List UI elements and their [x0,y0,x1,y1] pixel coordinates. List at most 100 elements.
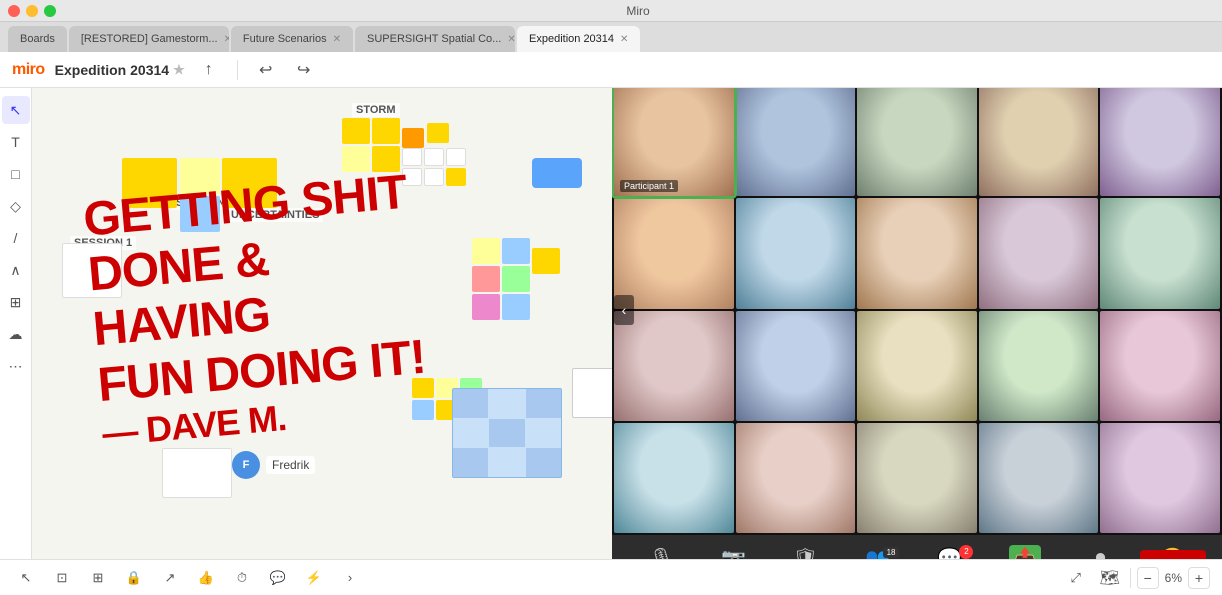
video-cell-3[interactable] [857,86,977,196]
participant-avatar: F [232,451,260,479]
sticky-note[interactable] [502,266,530,292]
video-cell-12[interactable] [736,311,856,421]
cursor-tool-bottom[interactable]: ↖ [12,564,40,592]
timer-tool[interactable]: ⏱ [228,564,256,592]
minimize-button[interactable] [26,5,38,17]
video-cell-14[interactable] [979,311,1099,421]
shape-tool[interactable]: ◇ [2,192,30,220]
sticky-note[interactable] [532,248,560,274]
video-cell-19[interactable] [979,423,1099,533]
board-title-area: Expedition 20314 ★ [55,62,185,78]
handwriting-quote: GETTING SHIT DONE & HAVING FUN DOING IT!… [81,164,433,454]
tab-close-icon[interactable]: ✕ [620,34,628,45]
video-cell-2[interactable] [736,86,856,196]
lock-tool[interactable]: 🔒 [120,564,148,592]
like-tool[interactable]: 👍 [192,564,220,592]
text-tool[interactable]: T [2,128,30,156]
sticky-note[interactable] [502,294,530,320]
sticky-note[interactable] [446,168,466,186]
canvas-shape[interactable] [532,158,582,188]
sticky-note[interactable] [427,123,449,143]
left-tool-panel: ↖ T □ ◇ / ∧ ⊞ ☁ ⋯ [0,88,32,559]
tab-label: Boards [20,33,55,45]
zoom-panel: ✓ Turn off Original Sound ▾ 🔊 You are sh… [612,52,1222,595]
favorite-icon[interactable]: ★ [173,62,185,78]
canvas-card[interactable] [572,368,612,418]
sticky-note[interactable] [372,118,400,144]
prev-page-button[interactable]: ‹ [614,295,634,325]
tab-bar: Boards [RESTORED] Gamestorm... ✕ Future … [0,22,1222,52]
video-grid: ‹ 1/2 Participant 1 [612,84,1222,535]
tab-supersight[interactable]: SUPERSIGHT Spatial Co... ✕ [355,26,515,52]
video-cell-18[interactable] [857,423,977,533]
close-button[interactable] [8,5,20,17]
video-cell-20[interactable] [1100,423,1220,533]
video-cell-16[interactable] [614,423,734,533]
video-cell-1[interactable]: Participant 1 [614,86,734,196]
zoom-out-button[interactable]: − [1137,567,1159,589]
sticky-note-tool[interactable]: □ [2,160,30,188]
maximize-button[interactable] [44,5,56,17]
undo-button[interactable]: ↩ [252,56,280,84]
video-cell-4[interactable] [979,86,1099,196]
video-cell-11[interactable] [614,311,734,421]
tab-close-icon[interactable]: ✕ [224,34,229,45]
lightning-tool[interactable]: ⚡ [300,564,328,592]
video-cell-5[interactable] [1100,86,1220,196]
video-cell-9[interactable] [979,198,1099,308]
participant-name-tag: Participant 1 [620,180,678,192]
window-title: Miro [62,4,1214,18]
comment-tool[interactable]: ☁ [2,320,30,348]
tab-close-icon[interactable]: ✕ [333,34,341,45]
tab-expedition[interactable]: Expedition 20314 ✕ [517,26,640,52]
sticky-note[interactable] [402,128,424,148]
video-cell-6[interactable] [614,198,734,308]
sticky-note[interactable] [472,294,500,320]
video-cell-15[interactable] [1100,311,1220,421]
video-cell-7[interactable] [736,198,856,308]
frame-tool[interactable]: ⊡ [48,564,76,592]
video-cell-13[interactable] [857,311,977,421]
grid-tool[interactable]: ⊞ [84,564,112,592]
upload-button[interactable]: ↑ [195,56,223,84]
fullscreen-icon[interactable]: ⤢ [1062,564,1090,592]
minimap-icon[interactable]: 🗺 [1096,564,1124,592]
canvas-content: GETTING SHIT DONE & HAVING FUN DOING IT!… [32,88,612,559]
expand-icon[interactable]: › [336,564,364,592]
toolbar-separator [237,60,238,80]
pen-tool[interactable]: / [2,224,30,252]
sticky-note[interactable] [424,148,444,166]
sticky-note[interactable] [402,148,422,166]
participant-indicator: F Fredrik [232,451,315,479]
more-tools[interactable]: ⋯ [2,352,30,380]
sticky-note[interactable] [472,238,500,264]
grid-element[interactable] [452,388,562,478]
canvas-card[interactable] [162,448,232,498]
chat-badge: 2 [959,545,973,559]
miro-logo: miro [12,61,45,79]
zoom-in-button[interactable]: + [1188,567,1210,589]
video-cell-8[interactable] [857,198,977,308]
share-tool[interactable]: ↗ [156,564,184,592]
tab-close-icon[interactable]: ✕ [507,34,515,45]
tab-gamestorm[interactable]: [RESTORED] Gamestorm... ✕ [69,26,229,52]
image-tool[interactable]: ⊞ [2,288,30,316]
tab-boards[interactable]: Boards [8,26,67,52]
board-title-text: Expedition 20314 [55,62,169,78]
video-nav: ‹ [614,295,634,325]
video-cell-10[interactable] [1100,198,1220,308]
window-chrome: Miro [0,0,1222,22]
sticky-note[interactable] [472,266,500,292]
sticky-note[interactable] [502,238,530,264]
sticky-note[interactable] [342,118,370,144]
select-tool[interactable]: ↖ [2,96,30,124]
sticky-note[interactable] [446,148,466,166]
redo-button[interactable]: ↪ [290,56,318,84]
connector-tool[interactable]: ∧ [2,256,30,284]
chat-tool[interactable]: 💬 [264,564,292,592]
miro-canvas[interactable]: GETTING SHIT DONE & HAVING FUN DOING IT!… [32,88,612,559]
video-cell-17[interactable] [736,423,856,533]
tab-label: SUPERSIGHT Spatial Co... [367,33,501,45]
tab-future-scenarios[interactable]: Future Scenarios ✕ [231,26,353,52]
sticky-note[interactable] [424,168,444,186]
